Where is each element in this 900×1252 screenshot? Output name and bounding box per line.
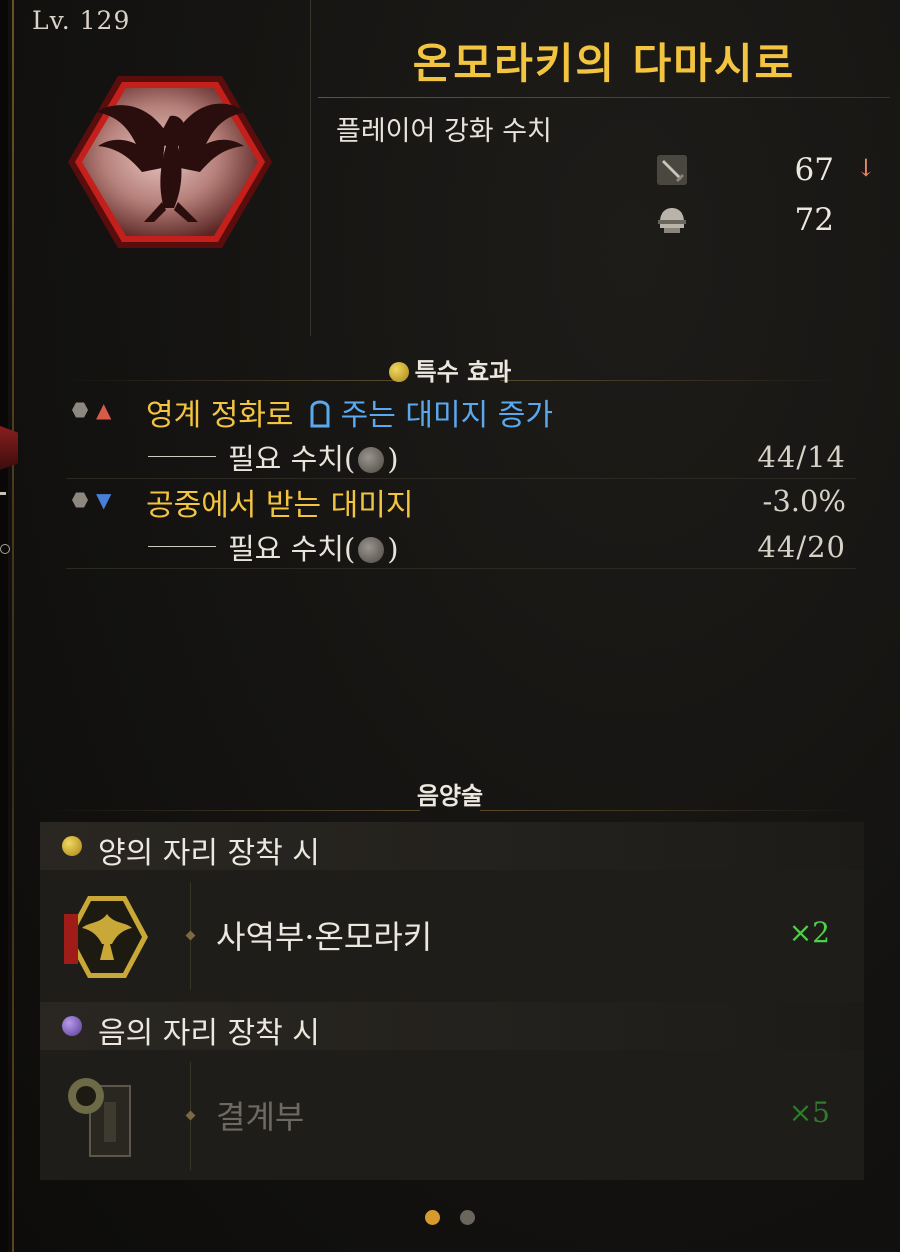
effect-divider [66,478,856,479]
effect-divider [66,568,856,569]
onmyo-heading: 음양술 [416,781,484,810]
hex-slot-icon [72,492,88,508]
stat-label: 플레이어 강화 수치 [336,116,552,147]
page-dot[interactable] [459,1210,475,1225]
effect-1-name: 영계 정화로 주는 대미지 증가 [146,390,553,434]
spirit-coin-icon [358,447,385,473]
sword-icon [657,155,687,185]
stat-down-arrow-icon: ↓ [855,154,876,182]
spirit-coin-icon [358,537,385,563]
requirement-1-text: 필요 수치() [228,436,399,478]
special-effects-heading: 특수 효과 [0,352,900,387]
talisman-onmoraki-icon [64,896,148,978]
page-indicator [0,1210,900,1229]
page-dot-active[interactable] [425,1210,441,1225]
effect-row-2[interactable]: ▼ 공중에서 받는 대미지 -3.0% [66,480,846,524]
requirement-2-label: 필요 수치( [228,532,356,566]
left-edge [0,0,8,1252]
yang-slot-item[interactable]: 사역부·온모라키 ×2 [40,870,864,1002]
yang-slot-header: 양의 자리 장착 시 [40,822,864,871]
panel-border-line [12,0,14,1252]
yin-slot-item[interactable]: 결계부 ×5 [40,1050,864,1180]
special-effects-title: 특수 효과 [414,357,512,386]
yang-slot-label: 양의 자리 장착 시 [98,836,320,871]
helmet-icon [658,208,686,233]
yin-slot-header: 음의 자리 장착 시 [40,1002,864,1051]
stat-defense-value: 72 [794,202,834,238]
requirement-2-close: ) [387,532,399,566]
header-divider [310,0,311,336]
yinyang-yin-icon [62,1016,82,1036]
item-level: Lv. 129 [32,6,131,35]
down-triangle-icon: ▼ [96,488,112,512]
yang-item-name: 사역부·온모라키 [216,918,433,956]
talisman-barrier-icon [68,1078,131,1157]
effect-2-value: -3.0% [762,484,846,518]
yang-item-quantity: ×2 [788,916,830,949]
requirement-dash [148,546,216,547]
side-tab-badge[interactable] [0,426,18,470]
stat-row-defense: 72 [650,200,890,240]
item-separator-dot [185,930,196,941]
hex-slot-icon [72,402,88,418]
requirement-2-value: 44/20 [757,530,846,564]
yin-item-name: 결계부 [216,1098,305,1136]
yin-item-quantity: ×5 [788,1096,830,1129]
item-title: 온모라키의 다마시로 [412,39,796,88]
spirit-portrait-image [68,76,272,248]
effect-row-1[interactable]: ▲ 영계 정화로 주는 대미지 증가 [66,390,846,434]
requirement-1-label: 필요 수치( [228,442,356,476]
spirit-realm-icon [310,400,330,428]
effect-2-name: 공중에서 받는 대미지 [146,488,414,523]
up-triangle-icon: ▲ [96,398,112,422]
stat-attack-value: 67 [794,152,834,188]
yinyang-yang-icon [62,836,82,856]
effect-1-label: 영계 정화로 [146,398,294,433]
item-separator-dot [185,1110,196,1121]
effect-1-requirement: 필요 수치() 44/14 [148,436,846,476]
requirement-1-value: 44/14 [757,440,846,474]
requirement-2-text: 필요 수치() [228,526,399,568]
title-underline [318,97,890,98]
effect-1-suffix: 주는 대미지 증가 [340,398,553,433]
requirement-dash [148,456,216,457]
side-tab-circle-icon [0,544,10,554]
stat-row-attack: 67 ↓ [650,150,890,190]
effect-2-requirement: 필요 수치() 44/20 [148,526,846,566]
yin-slot-label: 음의 자리 장착 시 [98,1016,320,1051]
yinyang-yang-icon [388,362,409,382]
spirit-portrait [66,72,274,252]
side-tab-mark [0,492,6,495]
requirement-1-close: ) [387,442,399,476]
